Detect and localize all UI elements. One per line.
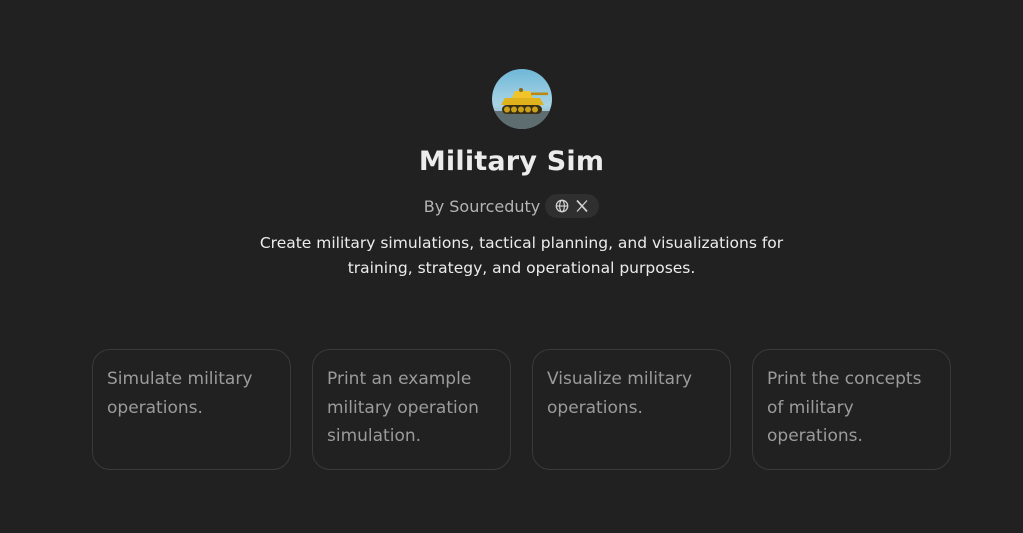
author-name: By Sourceduty bbox=[423, 196, 541, 216]
globe-icon[interactable] bbox=[555, 199, 569, 213]
gpt-title: Military Sim bbox=[418, 146, 605, 177]
gpt-avatar bbox=[492, 69, 552, 129]
starter-card[interactable]: Print an example military operation simu… bbox=[312, 349, 511, 470]
starter-card[interactable]: Print the concepts of military operation… bbox=[752, 349, 951, 470]
starter-card[interactable]: Simulate military operations. bbox=[92, 349, 291, 470]
conversation-starters: Simulate military operations. Print an e… bbox=[92, 349, 951, 470]
gpt-byline: By Sourceduty bbox=[0, 194, 1023, 218]
gpt-description: Create military simulations, tactical pl… bbox=[259, 234, 784, 277]
x-logo-icon[interactable] bbox=[575, 199, 589, 213]
gpt-landing: Military Sim By Sourceduty Create milita… bbox=[0, 0, 1023, 533]
social-links bbox=[545, 194, 600, 218]
tank-avatar-icon bbox=[492, 69, 552, 129]
starter-card[interactable]: Visualize military operations. bbox=[532, 349, 731, 470]
